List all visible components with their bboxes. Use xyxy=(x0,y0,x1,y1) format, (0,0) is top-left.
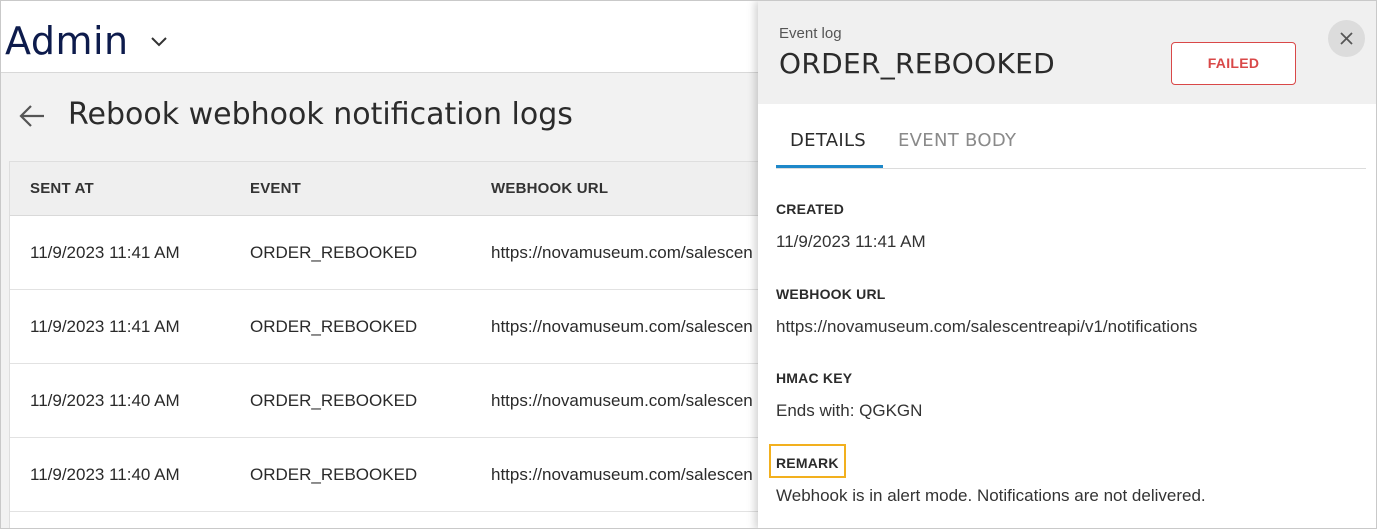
cell-event: ORDER_REBOOKED xyxy=(250,243,418,262)
table-row[interactable]: 11/9/2023 11:40 AM ORDER_REBOOKED https:… xyxy=(10,438,808,512)
cell-sent-at: 11/9/2023 11:40 AM xyxy=(30,391,180,410)
cell-webhook-url: https://novamuseum.com/salescen xyxy=(491,317,753,336)
table-row[interactable]: 11/9/2023 11:41 AM ORDER_REBOOKED https:… xyxy=(10,290,808,364)
close-button[interactable] xyxy=(1328,20,1365,57)
status-badge: FAILED xyxy=(1171,42,1296,85)
close-icon xyxy=(1340,32,1353,45)
column-header-sent-at[interactable]: SENT AT xyxy=(30,180,94,197)
drawer-header: Event log ORDER_REBOOKED FAILED xyxy=(758,1,1376,104)
webhook-url-label: WEBHOOK URL xyxy=(776,286,886,302)
event-log-drawer: Event log ORDER_REBOOKED FAILED DETAILS … xyxy=(758,1,1376,528)
tab-event-body[interactable]: EVENT BODY xyxy=(898,130,1016,151)
drawer-subtitle: Event log xyxy=(779,25,842,42)
app-window: Admin Rebook webhook notification logs S… xyxy=(0,0,1377,529)
cell-webhook-url: https://novamuseum.com/salescen xyxy=(491,243,753,262)
notification-log-table: SENT AT EVENT WEBHOOK URL 11/9/2023 11:4… xyxy=(9,161,809,528)
cell-event: ORDER_REBOOKED xyxy=(250,391,418,410)
cell-sent-at: 11/9/2023 11:41 AM xyxy=(30,243,180,262)
column-header-webhook-url[interactable]: WEBHOOK URL xyxy=(491,180,608,197)
drawer-tabs: DETAILS EVENT BODY xyxy=(776,104,1366,169)
cell-event: ORDER_REBOOKED xyxy=(250,465,418,484)
hmac-key-label: HMAC KEY xyxy=(776,370,853,386)
cell-sent-at: 11/9/2023 11:40 AM xyxy=(30,465,180,484)
cell-event: ORDER_REBOOKED xyxy=(250,317,418,336)
app-title: Admin xyxy=(5,19,129,63)
column-header-event[interactable]: EVENT xyxy=(250,180,301,197)
created-label: CREATED xyxy=(776,201,845,217)
tab-details[interactable]: DETAILS xyxy=(790,130,866,151)
webhook-url-value: https://novamuseum.com/salescentreapi/v1… xyxy=(776,317,1198,336)
table-row[interactable]: 11/9/2023 11:40 AM ORDER_REBOOKED https:… xyxy=(10,364,808,438)
page-title: Rebook webhook notification logs xyxy=(68,97,573,132)
drawer-title: ORDER_REBOOKED xyxy=(779,47,1055,80)
table-row[interactable]: 11/9/2023 11:41 AM ORDER_REBOOKED https:… xyxy=(10,216,808,290)
cell-webhook-url: https://novamuseum.com/salescen xyxy=(491,465,753,484)
table-header: SENT AT EVENT WEBHOOK URL xyxy=(10,162,808,216)
hmac-key-value: Ends with: QGKGN xyxy=(776,401,923,420)
created-value: 11/9/2023 11:41 AM xyxy=(776,232,926,251)
chevron-down-icon[interactable] xyxy=(149,31,169,51)
remark-label: REMARK xyxy=(776,455,839,471)
remark-value: Webhook is in alert mode. Notifications … xyxy=(776,486,1206,505)
cell-webhook-url: https://novamuseum.com/salescen xyxy=(491,391,753,410)
arrow-left-icon[interactable] xyxy=(17,101,47,131)
active-tab-indicator xyxy=(776,165,883,168)
cell-sent-at: 11/9/2023 11:41 AM xyxy=(30,317,180,336)
